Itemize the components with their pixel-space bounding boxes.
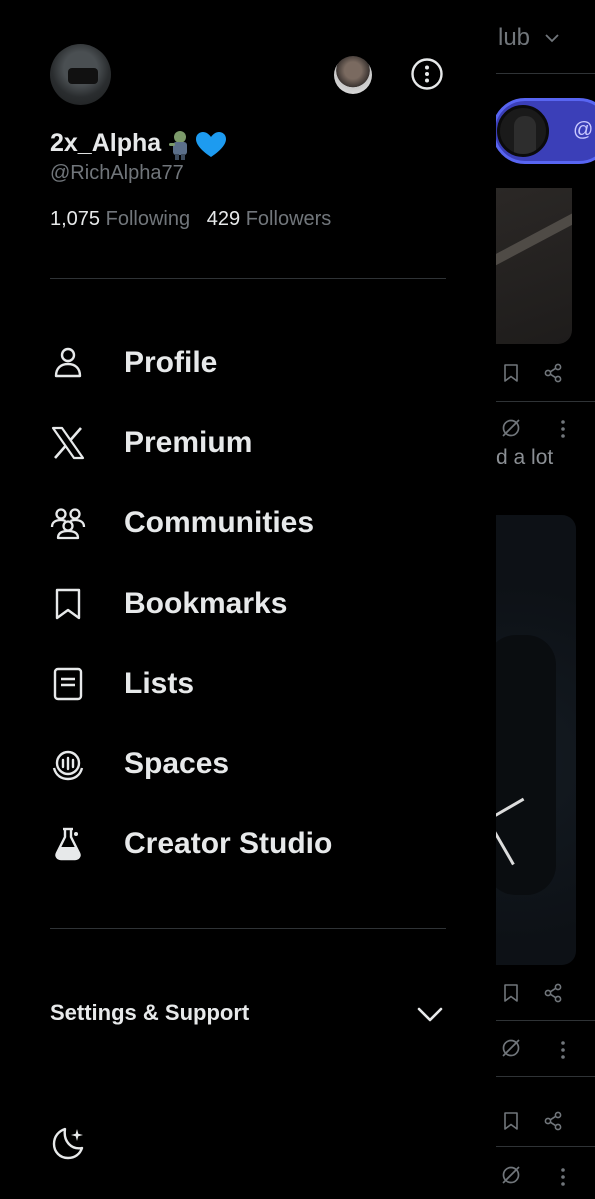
post-text-snippet: d a lot [496,446,554,469]
more-options-icon[interactable] [410,57,444,91]
menu-label-premium: Premium [124,426,253,459]
person-icon [54,347,82,378]
followers-label: Followers [245,208,332,230]
menu-item-communities[interactable]: Communities [50,495,450,551]
menu-label-lists: Lists [124,667,195,700]
more-icon[interactable] [552,1166,574,1188]
chevron-down-icon [545,34,559,43]
menu-label-spaces: Spaces [124,747,230,780]
more-icon[interactable] [552,1039,574,1061]
following-count: 1,075 [50,208,101,230]
divider [50,928,446,929]
avatar[interactable] [50,44,111,105]
menu-label-bookmarks: Bookmarks [124,587,288,620]
post-separator [496,1020,595,1021]
background-feed: lub @ d a lot [496,0,595,1199]
grok-icon[interactable] [500,1037,522,1059]
bookmark-icon[interactable] [500,1110,522,1132]
post-separator [496,1146,595,1147]
post-separator [496,401,595,402]
menu-item-creator-studio[interactable]: Creator Studio [50,816,450,872]
menu-label-communities: Communities [124,506,315,539]
menu-label-profile: Profile [124,346,218,379]
menu-item-profile[interactable]: Profile [50,335,450,391]
following-label: Following [105,208,191,230]
menu-item-spaces[interactable]: Spaces [50,736,450,792]
display-name[interactable]: 2x_Alpha [50,129,161,158]
space-host-avatar [497,105,549,157]
grok-icon[interactable] [500,417,522,439]
following-link[interactable]: 1,075 Following [50,208,190,230]
flask-icon [55,827,81,861]
space-host-handle: @ [573,119,594,141]
bookmark-icon[interactable] [500,362,522,384]
followers-link[interactable]: 429 Followers [207,208,332,230]
post-media[interactable] [496,515,576,965]
settings-support-toggle[interactable]: Settings & Support [50,990,446,1036]
switch-account-avatar[interactable] [334,56,372,94]
menu-item-bookmarks[interactable]: Bookmarks [50,576,450,632]
bookmark-icon[interactable] [500,982,522,1004]
feed-header[interactable]: lub [496,0,595,74]
navigation-drawer: 2x_Alpha @RichAlpha77 1,075 Following 42… [0,0,496,1199]
spaces-icon [52,750,84,781]
share-icon[interactable] [542,362,564,384]
grok-icon[interactable] [500,1164,522,1186]
followers-count: 429 [206,208,241,230]
more-icon[interactable] [552,418,574,440]
feed-header-title: lub [498,24,531,51]
moon-star-icon[interactable] [50,1125,86,1161]
share-icon[interactable] [542,1110,564,1132]
share-icon[interactable] [542,982,564,1004]
live-space-card[interactable]: @ [496,98,595,164]
user-handle: @RichAlpha77 [50,162,184,184]
post-separator [496,1076,595,1077]
menu-item-lists[interactable]: Lists [50,656,450,712]
communities-icon [50,508,86,540]
list-icon [53,667,83,701]
chevron-down-icon [417,1007,443,1022]
menu-label-creator-studio: Creator Studio [124,827,333,860]
settings-support-label: Settings & Support [50,1000,250,1025]
post-media[interactable] [496,188,572,344]
x-logo-icon [51,426,85,460]
bookmark-icon [55,588,81,620]
follow-stats: 1,075 Following 429 Followers [50,208,331,231]
divider [50,278,446,279]
menu-item-premium[interactable]: Premium [50,415,450,471]
name-emoji-icon [169,131,226,160]
